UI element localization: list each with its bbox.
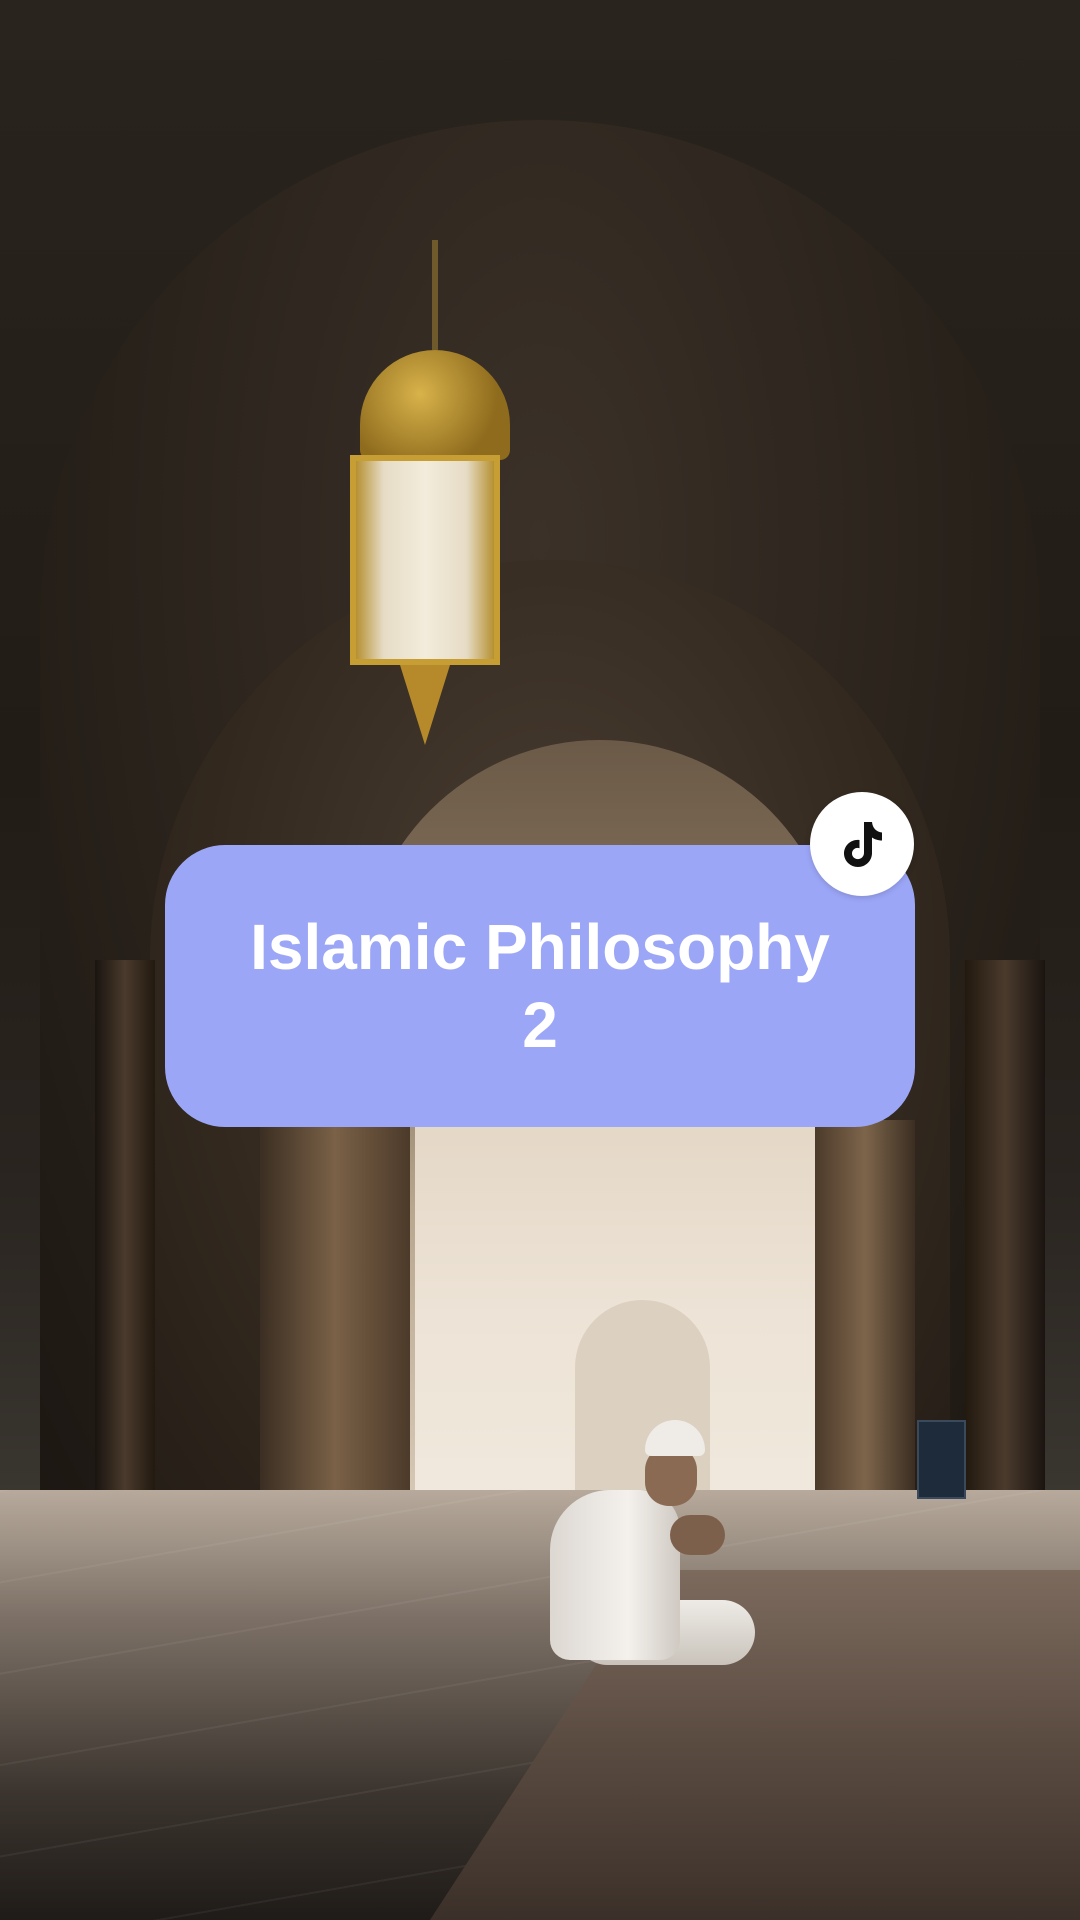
lantern-chain	[432, 240, 438, 350]
title-card: Islamic Philosophy 2	[165, 845, 915, 1127]
sign-board	[917, 1420, 966, 1499]
praying-person	[545, 1420, 755, 1670]
title-text-line1: Islamic Philosophy	[250, 911, 830, 983]
left-pillar	[95, 960, 155, 1530]
prayer-cap	[645, 1420, 705, 1456]
person-hands	[670, 1515, 725, 1555]
lantern-body	[350, 455, 500, 665]
right-inner-pillar	[815, 1120, 915, 1500]
tiktok-badge[interactable]	[810, 792, 914, 896]
tiktok-icon	[844, 822, 882, 867]
title-text-line2: 2	[522, 989, 558, 1061]
right-pillar	[965, 960, 1045, 1540]
person-body	[550, 1490, 680, 1660]
left-inner-pillar	[260, 1120, 410, 1500]
